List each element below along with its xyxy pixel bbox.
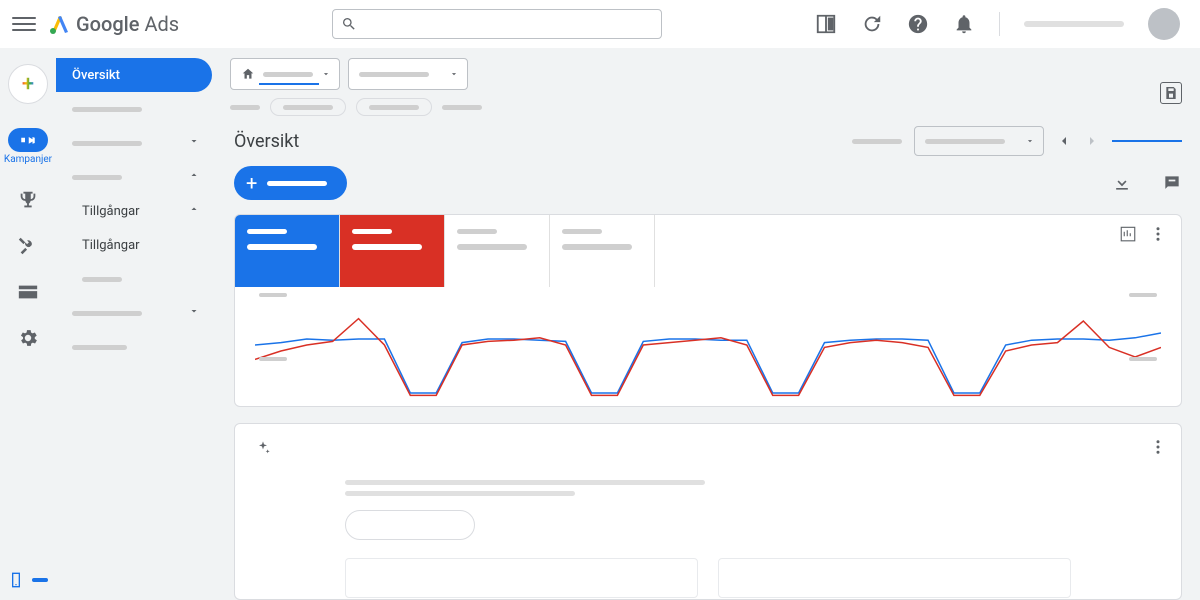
search-input[interactable] [365, 17, 653, 32]
help-icon[interactable] [907, 13, 929, 35]
date-next-icon[interactable] [1084, 133, 1100, 149]
search-icon [341, 16, 357, 32]
tools-icon[interactable] [17, 235, 39, 257]
chevron-down-icon [1025, 136, 1035, 146]
metric-tile-1[interactable] [235, 215, 340, 287]
plus-icon: + [246, 171, 257, 195]
rail-campaigns[interactable]: Kampanjer [8, 128, 48, 165]
trophy-icon[interactable] [17, 189, 39, 211]
top-bar: Google Ads [0, 0, 1200, 48]
side-item-2[interactable] [56, 126, 212, 160]
insights-card [234, 423, 1182, 600]
megaphone-icon [19, 131, 37, 149]
filter-chip-2[interactable] [356, 98, 432, 116]
side-item-3[interactable] [56, 160, 212, 194]
insights-panel-2[interactable] [718, 558, 1071, 598]
save-icon[interactable] [1160, 82, 1182, 104]
feedback-icon[interactable] [1162, 173, 1182, 193]
settings-icon[interactable] [17, 327, 39, 349]
accent-line [1112, 140, 1182, 142]
chevron-down-icon [321, 69, 331, 79]
main-content: Översikt + [216, 48, 1200, 600]
side-item-5[interactable] [56, 330, 212, 364]
more-icon[interactable] [1149, 438, 1167, 456]
billing-icon[interactable] [17, 281, 39, 303]
rail-footer[interactable] [0, 572, 56, 588]
insights-panel-1[interactable] [345, 558, 698, 598]
metric-tile-2[interactable] [340, 215, 445, 287]
filter-selector[interactable] [348, 58, 468, 90]
google-ads-logo[interactable]: Google Ads [48, 12, 179, 36]
insights-action-button[interactable] [345, 510, 475, 540]
filter-label [230, 98, 260, 116]
appearance-icon[interactable] [815, 13, 837, 35]
side-item-overview[interactable]: Översikt [56, 58, 212, 92]
menu-icon[interactable] [12, 12, 36, 36]
scope-selector[interactable] [230, 58, 340, 90]
date-range-picker[interactable] [914, 126, 1044, 156]
sparkle-icon [255, 440, 271, 456]
nav-rail: + Kampanjer [0, 48, 56, 600]
brand-name-1: Google [76, 12, 139, 36]
avatar[interactable] [1148, 8, 1180, 40]
metrics-card [234, 214, 1182, 407]
side-item-assets[interactable]: Tillgångar [56, 228, 212, 262]
brand-name-2: Ads [144, 12, 179, 36]
chevron-down-icon [449, 69, 459, 79]
page-title: Översikt [234, 131, 299, 152]
filter-chip-1[interactable] [270, 98, 346, 116]
date-label [852, 139, 902, 144]
side-item-1[interactable] [56, 92, 212, 126]
refresh-icon[interactable] [861, 13, 883, 35]
side-item-assets-group[interactable]: Tillgångar [56, 194, 212, 228]
rail-campaigns-label: Kampanjer [4, 154, 52, 165]
download-icon[interactable] [1112, 173, 1132, 193]
search-box[interactable] [332, 9, 662, 39]
add-filter[interactable] [442, 98, 482, 116]
metric-tile-4[interactable] [550, 215, 655, 287]
side-nav: Översikt Tillgångar Tillgångar [56, 48, 216, 600]
metric-tile-3[interactable] [445, 215, 550, 287]
home-icon [241, 67, 255, 81]
account-placeholder[interactable] [1024, 21, 1124, 27]
side-item-4[interactable] [56, 296, 212, 330]
expand-chart-icon[interactable] [1119, 225, 1137, 243]
timeseries-chart [235, 287, 1181, 407]
notifications-icon[interactable] [953, 13, 975, 35]
side-item-sub2[interactable] [56, 262, 212, 296]
date-prev-icon[interactable] [1056, 133, 1072, 149]
new-button[interactable]: + [234, 166, 347, 200]
more-icon[interactable] [1149, 225, 1167, 243]
device-icon [8, 572, 24, 588]
create-button[interactable]: + [8, 64, 48, 104]
